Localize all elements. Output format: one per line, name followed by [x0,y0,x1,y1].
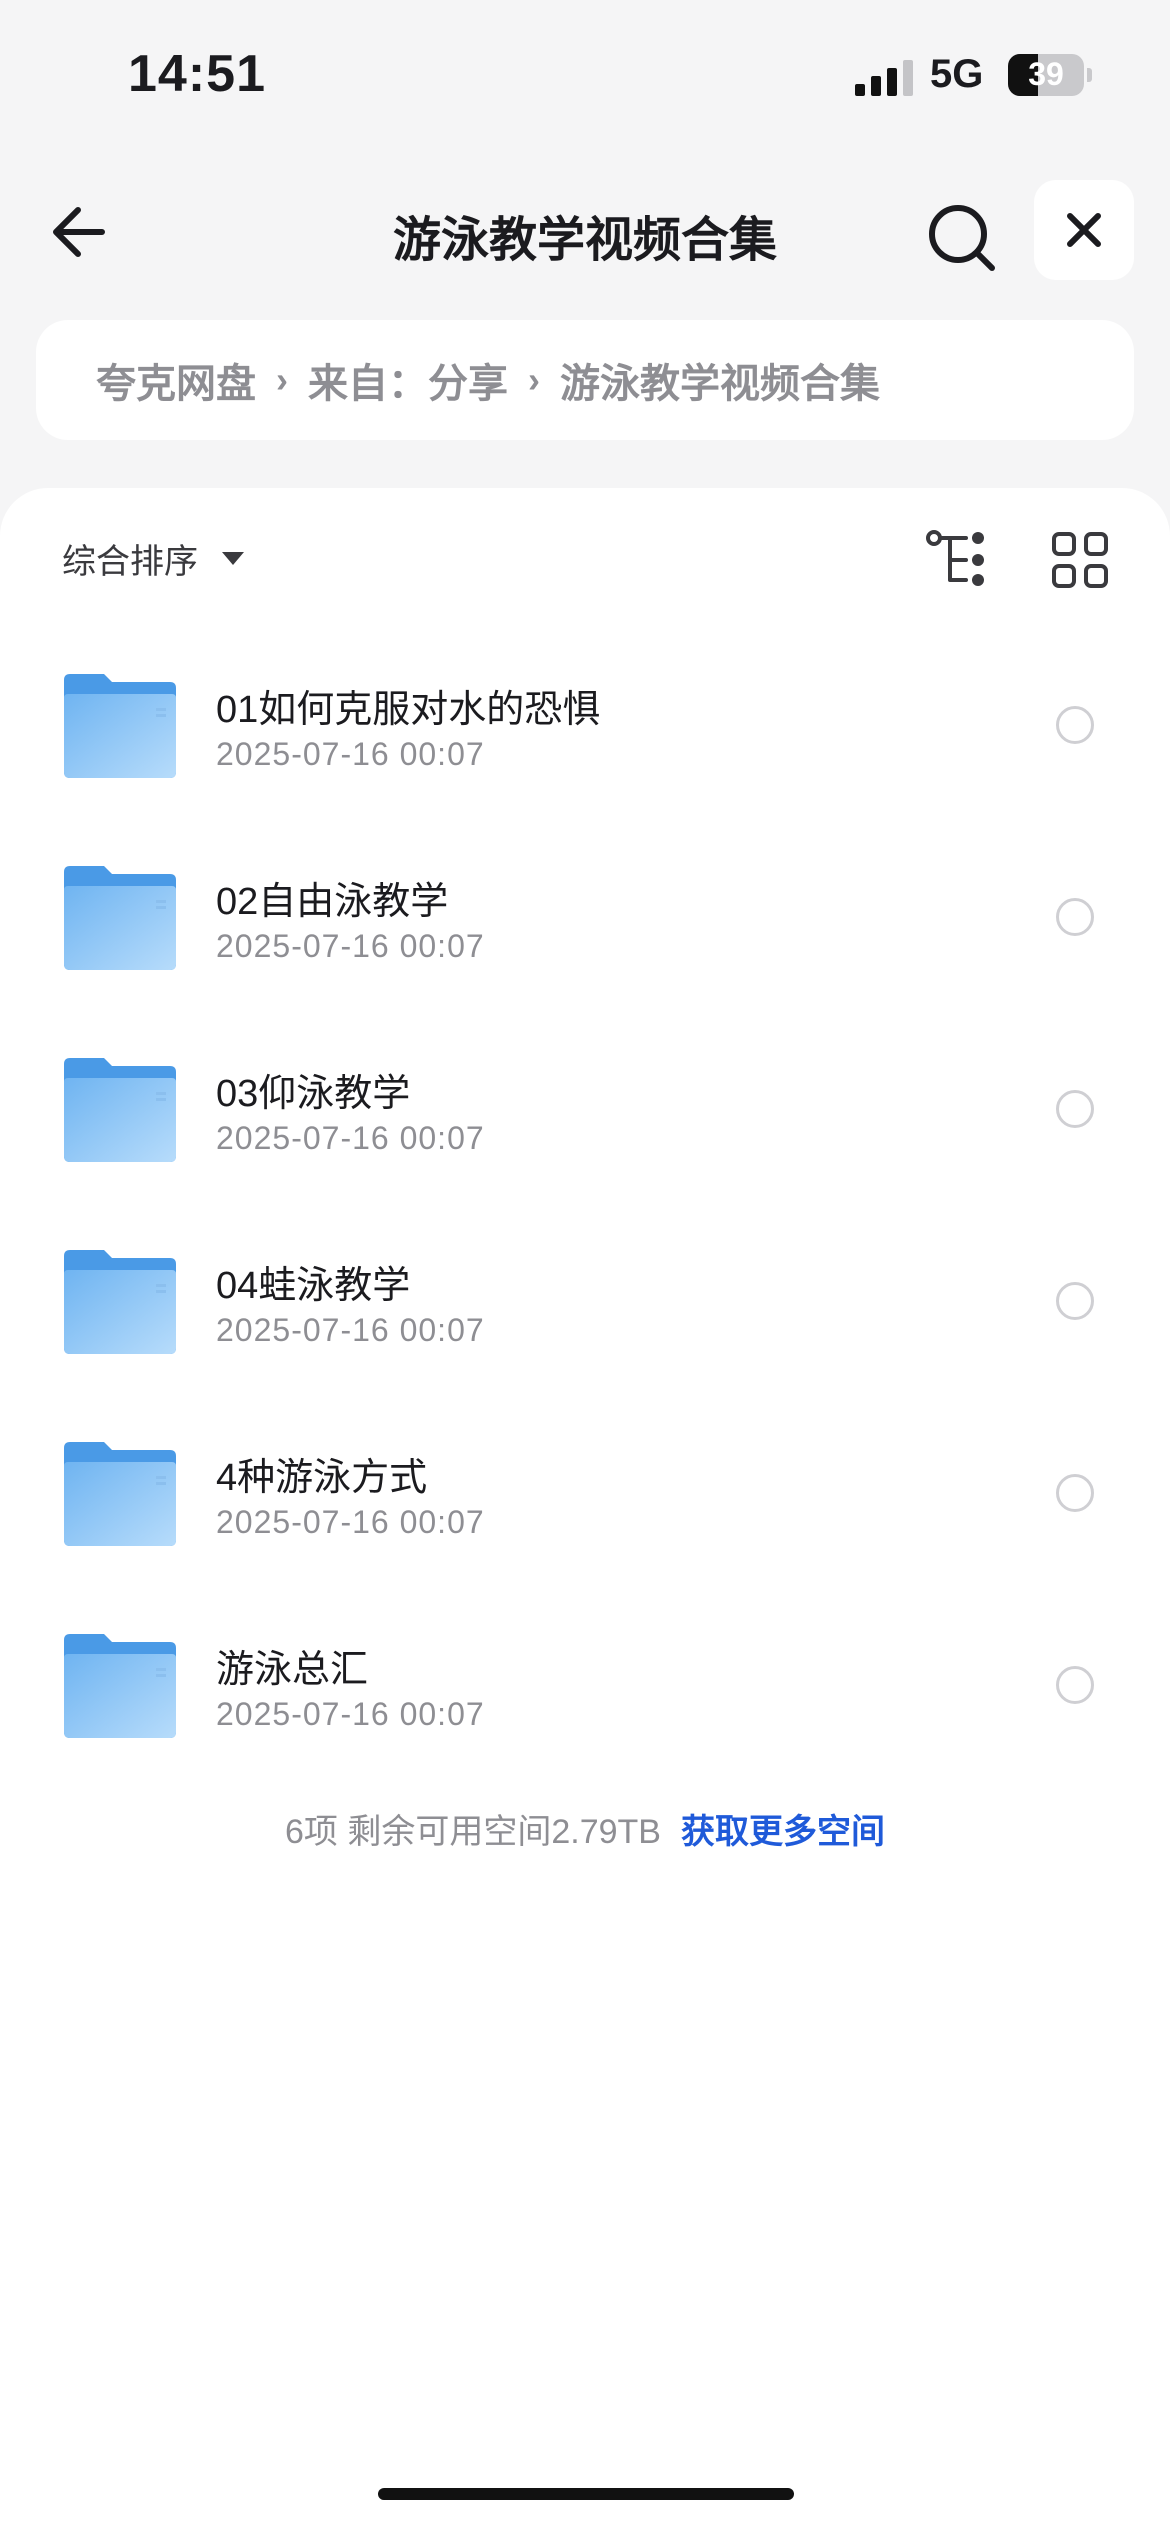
list-item[interactable]: 游泳总汇 2025-07-16 00:07 [0,1598,1170,1790]
folder-name: 01如何克服对水的恐惧 [216,689,601,731]
folder-icon [64,866,176,970]
folder-date: 2025-07-16 00:07 [216,928,485,964]
chevron-right-icon: › [528,359,540,400]
list-item[interactable]: 01如何克服对水的恐惧 2025-07-16 00:07 [0,638,1170,830]
select-radio[interactable] [1056,1282,1094,1320]
breadcrumb-item-current: 游泳教学视频合集 [560,362,880,406]
folder-icon [64,1442,176,1546]
arrow-left-icon [53,207,105,257]
select-radio[interactable] [1056,706,1094,744]
folder-icon [64,1634,176,1738]
storage-summary-text: 6项 剩余可用空间2.79TB [285,1813,661,1851]
folder-name: 游泳总汇 [216,1649,369,1691]
folder-icon [64,1250,176,1354]
folder-icon [64,674,176,778]
folder-name: 04蛙泳教学 [216,1265,411,1307]
battery-level: 39 [1028,56,1064,92]
select-radio[interactable] [1056,1474,1094,1512]
select-radio[interactable] [1056,898,1094,936]
sort-dropdown[interactable]: 综合排序 [62,534,244,583]
get-more-space-link[interactable]: 获取更多空间 [681,1813,885,1851]
grid-view-icon[interactable] [1050,530,1110,590]
list-item[interactable]: 03仰泳教学 2025-07-16 00:07 [0,1022,1170,1214]
caret-down-icon [222,552,244,565]
list-item[interactable]: 02自由泳教学 2025-07-16 00:07 [0,830,1170,1022]
folder-name: 02自由泳教学 [216,881,449,923]
network-label: 5G [930,52,984,96]
folder-date: 2025-07-16 00:07 [216,1312,485,1348]
breadcrumb-item-root[interactable]: 夸克网盘 [96,351,256,409]
breadcrumb: 夸克网盘 › 来自：分享 › 游泳教学视频合集 [36,320,1134,440]
search-icon [929,205,995,271]
folder-date: 2025-07-16 00:07 [216,1696,485,1732]
chevron-right-icon: › [276,359,288,400]
search-button[interactable] [920,196,1002,278]
select-radio[interactable] [1056,1666,1094,1704]
folder-list: 01如何克服对水的恐惧 2025-07-16 00:07 02自由泳教学 202… [0,638,1170,1790]
folder-date: 2025-07-16 00:07 [216,1120,485,1156]
folder-date: 2025-07-16 00:07 [216,736,485,772]
folder-icon [64,1058,176,1162]
status-bar: 14:51 5G 39 [0,0,1170,150]
folder-name: 03仰泳教学 [216,1073,411,1115]
file-list-panel: 综合排序 01如何克服对水的恐惧 2025-07-16 00:07 02自由泳教… [0,488,1170,2532]
list-item[interactable]: 04蛙泳教学 2025-07-16 00:07 [0,1214,1170,1406]
storage-summary: 6项 剩余可用空间2.79TB 获取更多空间 [0,1804,1170,1853]
home-indicator [378,2488,794,2500]
battery-icon: 39 [1008,54,1092,96]
close-icon [1067,213,1101,247]
folder-date: 2025-07-16 00:07 [216,1504,485,1540]
breadcrumb-item-share[interactable]: 来自：分享 [308,351,508,409]
sort-label: 综合排序 [62,543,198,581]
folder-name: 4种游泳方式 [216,1457,428,1499]
list-item[interactable]: 4种游泳方式 2025-07-16 00:07 [0,1406,1170,1598]
close-button[interactable] [1034,180,1134,280]
select-radio[interactable] [1056,1090,1094,1128]
signal-icon [855,60,913,96]
back-button[interactable] [44,196,116,268]
status-time: 14:51 [128,45,266,103]
tree-view-icon[interactable] [926,528,990,592]
